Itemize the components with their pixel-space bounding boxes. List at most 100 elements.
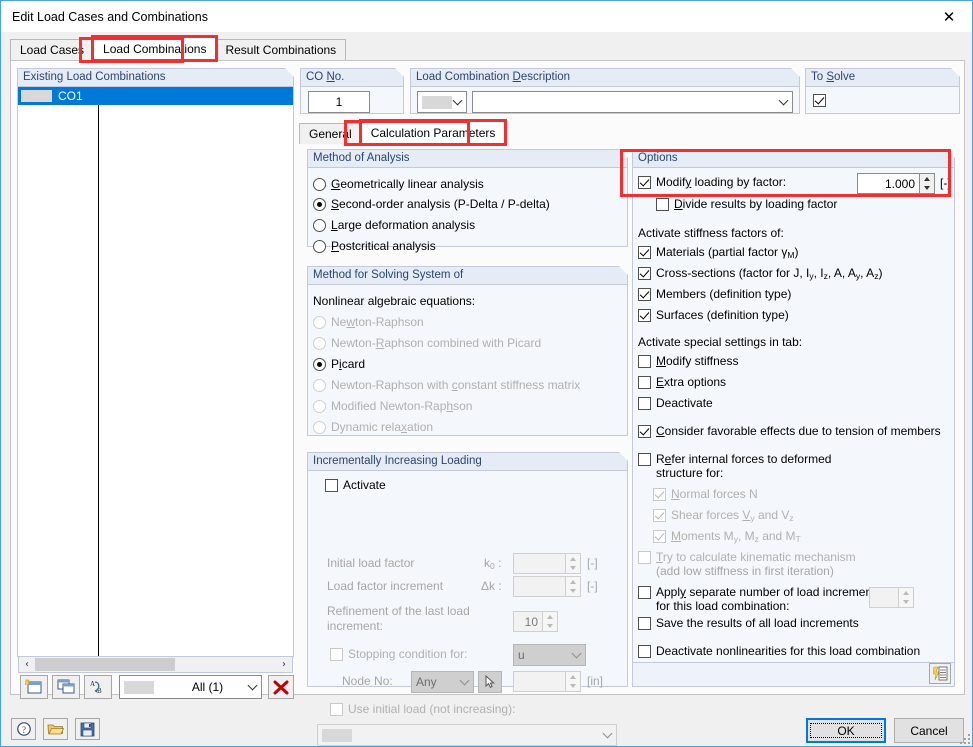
chevron-down-icon[interactable]: [448, 92, 466, 112]
favorable-effects-checkbox[interactable]: Consider favorable effects due to tensio…: [638, 424, 941, 438]
normal-forces-checkbox[interactable]: Normal forces N: [653, 487, 758, 501]
node-number-stepper[interactable]: [566, 671, 581, 692]
node-no-combobox[interactable]: Any: [411, 671, 474, 693]
activate-checkbox[interactable]: Activate: [325, 478, 386, 492]
checkbox-box: [638, 376, 651, 389]
kinematic-mechanism-checkbox[interactable]: Try to calculate kinematic mechanism: [638, 550, 856, 564]
radio-modified-newton-raphson[interactable]: Modified Newton-Raphson: [313, 399, 472, 413]
use-initial-load-checkbox[interactable]: Use initial load (not increasing):: [330, 702, 515, 716]
stepper-up-icon[interactable]: [566, 577, 580, 587]
node-number-input[interactable]: [513, 671, 566, 692]
load-factor-increment-input[interactable]: [513, 576, 566, 597]
radio-newton-raphson[interactable]: Newton-Raphson: [313, 315, 424, 329]
scrollbar-thumb[interactable]: [35, 658, 175, 671]
stepper-down-icon[interactable]: [566, 682, 580, 692]
apply-increments-input[interactable]: [869, 587, 899, 608]
refer-internal-forces-checkbox[interactable]: Refer internal forces to deformed: [638, 452, 831, 466]
stopping-condition-combobox[interactable]: u: [513, 644, 586, 666]
divide-results-checkbox[interactable]: Divide results by loading factor: [656, 197, 837, 211]
save-icon[interactable]: [75, 718, 100, 740]
stepper-up-icon[interactable]: [899, 588, 913, 598]
stepper-up-icon[interactable]: [566, 554, 580, 564]
to-solve-checkbox[interactable]: [813, 93, 831, 107]
save-results-checkbox[interactable]: Save the results of all load increments: [638, 616, 859, 630]
modify-stiffness-checkbox[interactable]: Modify stiffness: [638, 354, 738, 368]
chevron-down-icon[interactable]: [774, 92, 792, 112]
extra-options-checkbox[interactable]: Extra options: [638, 375, 726, 389]
apply-increments-stepper[interactable]: [899, 587, 914, 608]
filter-combobox[interactable]: All (1): [119, 675, 262, 699]
radio-second-order[interactable]: Second-order analysis (P-Delta / P-delta…: [313, 197, 550, 211]
scroll-right-icon[interactable]: ›: [276, 657, 292, 672]
initial-load-factor-stepper[interactable]: [566, 553, 581, 574]
tab-calculation-parameters[interactable]: Calculation Parameters: [358, 119, 508, 146]
initial-load-factor-input[interactable]: [513, 553, 566, 574]
cross-sections-checkbox[interactable]: Cross-sections (factor for J, Iy, Iz, A,…: [638, 266, 882, 281]
chevron-down-icon[interactable]: [567, 645, 585, 665]
help-icon[interactable]: ?: [11, 718, 36, 740]
svg-text:?: ?: [22, 725, 26, 735]
list-horizontal-scrollbar[interactable]: ‹ ›: [18, 656, 293, 673]
radio-postcritical[interactable]: Postcritical analysis: [313, 239, 436, 253]
ok-button[interactable]: OK: [806, 718, 886, 743]
apply-increments-checkbox[interactable]: Apply separate number of load increments: [638, 585, 881, 599]
cancel-button[interactable]: Cancel: [894, 718, 964, 743]
value: 1.000: [884, 176, 915, 191]
tab-load-cases[interactable]: Load Cases: [10, 39, 95, 60]
stepper-down-icon[interactable]: [543, 622, 557, 632]
list-column-separator[interactable]: [98, 105, 99, 656]
shear-forces-checkbox[interactable]: Shear forces Vy and Vz: [653, 508, 794, 523]
tab-load-combinations[interactable]: Load Combinations: [91, 35, 219, 62]
radio-large-deformation[interactable]: Large deformation analysis: [313, 218, 475, 232]
existing-combinations-list[interactable]: CO1: [18, 87, 293, 656]
delete-icon[interactable]: [268, 675, 294, 699]
load-factor-increment-stepper[interactable]: [566, 576, 581, 597]
chevron-down-icon[interactable]: [243, 676, 261, 698]
moments-checkbox[interactable]: Moments My, Mz and MT: [653, 529, 801, 544]
stopping-condition-checkbox[interactable]: Stopping condition for:: [330, 647, 467, 661]
chevron-down-icon[interactable]: [598, 725, 616, 745]
open-folder-icon[interactable]: [43, 718, 68, 740]
scroll-left-icon[interactable]: ‹: [19, 657, 35, 672]
stepper-down-icon[interactable]: [920, 184, 934, 194]
refer-internal-forces-label: Refer internal forces to deformed: [656, 452, 832, 466]
stepper-up-icon[interactable]: [543, 612, 557, 622]
modify-loading-checkbox[interactable]: Modify loading by factor:: [638, 175, 786, 189]
deactivate-checkbox[interactable]: Deactivate: [638, 396, 713, 410]
radio-newton-raphson-constant[interactable]: Newton-Raphson with constant stiffness m…: [313, 378, 580, 392]
tab-result-combinations[interactable]: Result Combinations: [215, 39, 347, 60]
chevron-down-icon[interactable]: [455, 672, 473, 692]
radio-newton-raphson-picard[interactable]: Newton-Raphson combined with Picard: [313, 336, 541, 350]
new-combination-icon[interactable]: [20, 675, 48, 699]
modify-loading-stepper[interactable]: [920, 173, 935, 194]
materials-checkbox[interactable]: Materials (partial factor γM): [638, 245, 798, 260]
resize-grip[interactable]: [958, 732, 970, 744]
apply-increments-label-line2: for this load combination:: [656, 599, 790, 613]
stepper-down-icon[interactable]: [566, 587, 580, 597]
radio-geometrically-linear[interactable]: Geometrically linear analysis: [313, 177, 484, 191]
stepper-down-icon[interactable]: [566, 564, 580, 574]
modify-loading-input[interactable]: 1.000: [857, 173, 920, 194]
description-combobox[interactable]: [472, 91, 793, 113]
stepper-up-icon[interactable]: [920, 174, 934, 184]
deactivate-nonlinearities-checkbox[interactable]: Deactivate nonlinearities for this load …: [638, 644, 920, 658]
close-icon[interactable]: ✕: [926, 1, 972, 32]
initial-load-combobox[interactable]: [317, 724, 617, 746]
stepper-up-icon[interactable]: [566, 672, 580, 682]
list-item[interactable]: CO1: [18, 87, 293, 105]
surfaces-checkbox[interactable]: Surfaces (definition type): [638, 308, 789, 322]
calculation-diagram-icon[interactable]: [929, 663, 951, 684]
members-checkbox[interactable]: Members (definition type): [638, 287, 791, 301]
description-type-combobox[interactable]: [417, 91, 467, 113]
pick-node-icon[interactable]: [478, 671, 502, 693]
cancel-button-label: Cancel: [910, 723, 948, 738]
radio-picard[interactable]: Picard: [313, 357, 365, 371]
tab-general[interactable]: General: [299, 123, 362, 144]
stepper-down-icon[interactable]: [899, 598, 913, 608]
co-no-input[interactable]: 1: [308, 91, 370, 113]
renumber-icon[interactable]: A B: [84, 675, 112, 699]
copy-combination-icon[interactable]: [52, 675, 80, 699]
refinement-stepper[interactable]: [543, 611, 558, 632]
refinement-input[interactable]: 10: [513, 611, 543, 632]
radio-dynamic-relaxation[interactable]: Dynamic relaxation: [313, 420, 433, 434]
